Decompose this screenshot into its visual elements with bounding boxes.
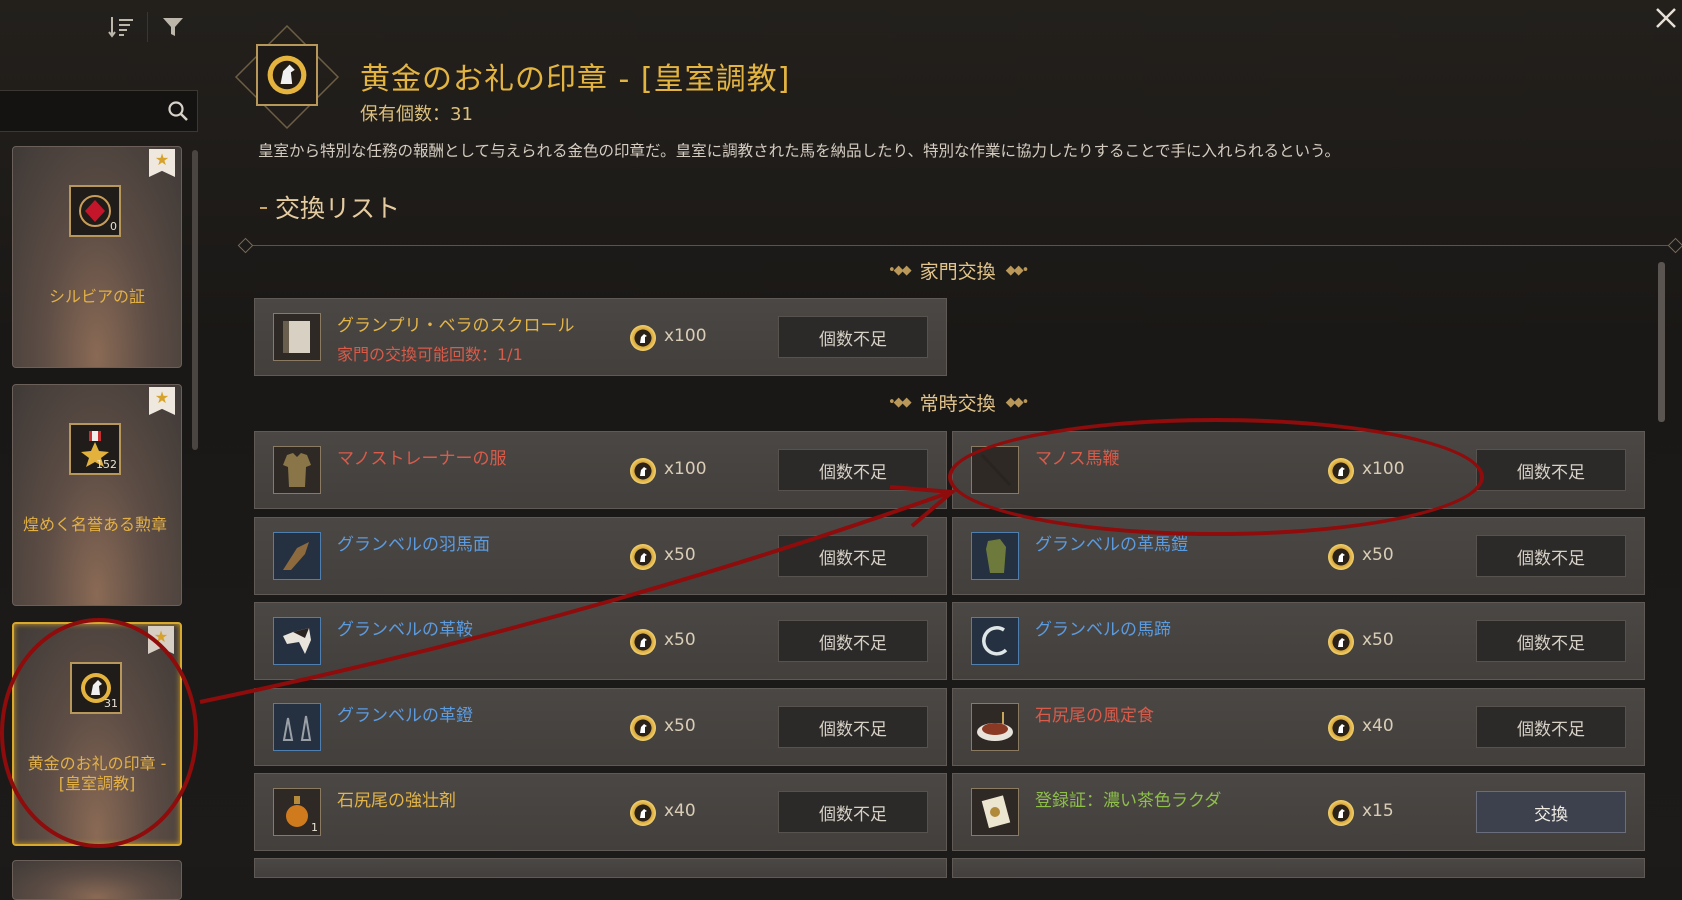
exchange-button[interactable]: 個数不足 bbox=[778, 316, 928, 358]
exchange-row: マノス馬鞭 x100 個数不足 bbox=[952, 431, 1645, 509]
page-title: 黄金のお礼の印章 - [皇室調教] bbox=[360, 62, 791, 97]
favorite-star-icon[interactable]: ★ bbox=[149, 149, 175, 177]
scroll-icon bbox=[273, 313, 321, 361]
family-exchange-header: •◆◆ 家門交換 ◆◆• bbox=[888, 261, 1029, 283]
seal-coin-icon bbox=[630, 800, 656, 826]
exchange-button[interactable]: 個数不足 bbox=[778, 791, 928, 833]
seal-coin-icon bbox=[1328, 715, 1354, 741]
exchange-button[interactable]: 個数不足 bbox=[1476, 620, 1626, 662]
exchange-row: 石尻尾の風定食 x40 個数不足 bbox=[952, 688, 1645, 766]
list-scrollbar[interactable] bbox=[1658, 262, 1665, 422]
seal-coin-icon bbox=[630, 458, 656, 484]
exchange-row: 登録証：濃い茶色ラクダ x15 交換 bbox=[952, 773, 1645, 851]
whip-icon bbox=[971, 446, 1019, 494]
currency-card[interactable]: ★ 152 煌めく名誉ある勲章 bbox=[12, 384, 182, 606]
favorite-star-icon[interactable]: ★ bbox=[149, 387, 175, 415]
seal-coin-icon bbox=[1328, 458, 1354, 484]
exchange-row: 1 石尻尾の強壮剤 x40 個数不足 bbox=[254, 773, 947, 851]
item-cost: x40 bbox=[1362, 716, 1394, 736]
seal-coin-icon bbox=[1328, 800, 1354, 826]
exchange-row: グランベルの羽馬面 x50 個数不足 bbox=[254, 517, 947, 595]
item-name: グランベルの羽馬面 bbox=[337, 535, 490, 555]
search-input[interactable] bbox=[0, 90, 198, 132]
item-description: 皇室から特別な任務の報酬として与えられる金色の印章だ。皇室に調教された馬を納品し… bbox=[258, 142, 1341, 160]
exchange-button[interactable]: 個数不足 bbox=[1476, 706, 1626, 748]
item-name: グランベルの革鐙 bbox=[337, 706, 473, 726]
item-name: グランベルの馬蹄 bbox=[1035, 620, 1171, 640]
gold-horse-seal-icon bbox=[256, 44, 318, 106]
exchange-button[interactable]: 個数不足 bbox=[778, 449, 928, 491]
item-cost: x15 bbox=[1362, 801, 1394, 821]
currency-card[interactable] bbox=[12, 860, 182, 900]
exchange-row: グランベルの革鞍 x50 個数不足 bbox=[254, 602, 947, 680]
red-gem-icon: 0 bbox=[69, 185, 121, 237]
star-medal-icon: 152 bbox=[69, 423, 121, 475]
meal-icon bbox=[971, 703, 1019, 751]
item-name: グランベルの革馬鎧 bbox=[1035, 535, 1188, 555]
item-cost: x50 bbox=[664, 630, 696, 650]
armor-icon bbox=[273, 446, 321, 494]
favorite-star-icon[interactable]: ★ bbox=[148, 626, 174, 654]
registration-icon bbox=[971, 788, 1019, 836]
stirrup-icon bbox=[273, 703, 321, 751]
item-name: マノス馬鞭 bbox=[1035, 449, 1120, 469]
exchange-button[interactable]: 個数不足 bbox=[778, 706, 928, 748]
exchange-button[interactable]: 個数不足 bbox=[1476, 535, 1626, 577]
exchange-button[interactable]: 交換 bbox=[1476, 791, 1626, 833]
owned-count: 保有個数：31 bbox=[360, 104, 473, 125]
sidebar-scrollbar[interactable] bbox=[192, 150, 198, 450]
sort-icon[interactable] bbox=[104, 10, 138, 44]
item-cost: x100 bbox=[664, 459, 707, 479]
seal-coin-icon bbox=[630, 325, 656, 351]
item-cost: x50 bbox=[664, 716, 696, 736]
item-cost: x100 bbox=[1362, 459, 1405, 479]
item-cost: x50 bbox=[1362, 545, 1394, 565]
seal-coin-icon bbox=[1328, 629, 1354, 655]
currency-card-selected[interactable]: ★ 31 黄金のお礼の印章 - [皇室調教] bbox=[12, 622, 182, 846]
saddle-icon bbox=[273, 617, 321, 665]
regular-exchange-header: •◆◆ 常時交換 ◆◆• bbox=[888, 393, 1029, 415]
card-label: シルビアの証 bbox=[48, 287, 145, 306]
exchange-row: グランベルの馬蹄 x50 個数不足 bbox=[952, 602, 1645, 680]
exchange-button[interactable]: 個数不足 bbox=[778, 535, 928, 577]
horse-chanfron-icon bbox=[273, 532, 321, 580]
seal-coin-icon bbox=[1328, 544, 1354, 570]
card-label: 黄金のお礼の印章 - [皇室調教] bbox=[27, 754, 167, 793]
filter-icon[interactable] bbox=[156, 10, 190, 44]
item-name: マノストレーナーの服 bbox=[337, 449, 507, 469]
exchange-row: グランベルの革鐙 x50 個数不足 bbox=[254, 688, 947, 766]
exchange-button[interactable]: 個数不足 bbox=[778, 620, 928, 662]
currency-card[interactable]: ★ 0 シルビアの証 bbox=[12, 146, 182, 368]
tonic-icon: 1 bbox=[273, 788, 321, 836]
exchange-row bbox=[952, 858, 1645, 878]
exchange-row: マノストレーナーの服 x100 個数不足 bbox=[254, 431, 947, 509]
close-icon[interactable] bbox=[1652, 4, 1680, 32]
exchange-row: グランプリ・ベラのスクロール 家門の交換可能回数：1/1 x100 個数不足 bbox=[254, 298, 947, 376]
exchange-row: グランベルの革馬鎧 x50 個数不足 bbox=[952, 517, 1645, 595]
search-icon[interactable] bbox=[167, 100, 189, 126]
exchange-row bbox=[254, 858, 947, 878]
seal-coin-icon bbox=[630, 544, 656, 570]
item-cost: x50 bbox=[664, 545, 696, 565]
item-cost: x50 bbox=[1362, 630, 1394, 650]
item-name: 石尻尾の風定食 bbox=[1035, 706, 1154, 726]
item-name: グランプリ・ベラのスクロール bbox=[337, 316, 575, 336]
card-label: 煌めく名誉ある勲章 bbox=[23, 515, 168, 534]
item-name: 石尻尾の強壮剤 bbox=[337, 791, 456, 811]
horse-barding-icon bbox=[971, 532, 1019, 580]
gold-horse-seal-icon: 31 bbox=[70, 662, 122, 714]
exchange-button[interactable]: 個数不足 bbox=[1476, 449, 1626, 491]
item-cost: x40 bbox=[664, 801, 696, 821]
seal-coin-icon bbox=[630, 629, 656, 655]
section-title: 交換リスト bbox=[275, 194, 401, 223]
seal-coin-icon bbox=[630, 715, 656, 741]
exchange-limit: 家門の交換可能回数：1/1 bbox=[337, 345, 523, 364]
section-bullet bbox=[260, 207, 267, 209]
item-name: 登録証：濃い茶色ラクダ bbox=[1035, 791, 1222, 811]
toolbar-divider bbox=[147, 12, 148, 42]
item-cost: x100 bbox=[664, 326, 707, 346]
divider bbox=[242, 245, 1678, 246]
item-name: グランベルの革鞍 bbox=[337, 620, 473, 640]
horseshoe-icon bbox=[971, 617, 1019, 665]
